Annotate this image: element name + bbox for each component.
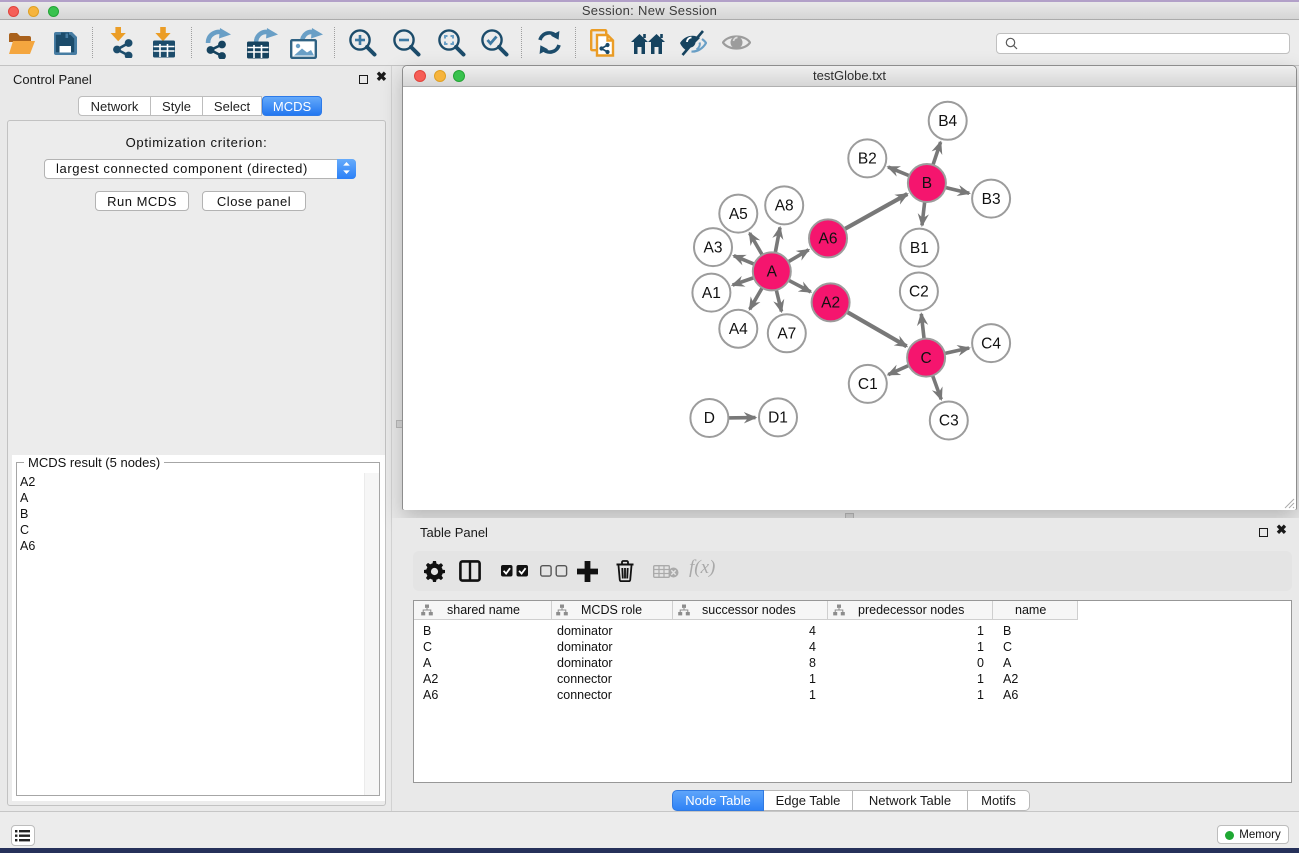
svg-text:A3: A3 xyxy=(704,239,723,256)
svg-text:B4: B4 xyxy=(938,113,957,130)
svg-text:D: D xyxy=(704,410,715,427)
svg-text:C4: C4 xyxy=(981,335,1001,352)
svg-text:D1: D1 xyxy=(768,410,788,427)
svg-text:C3: C3 xyxy=(939,413,959,430)
svg-text:A5: A5 xyxy=(729,206,748,223)
svg-text:B1: B1 xyxy=(910,240,929,257)
svg-text:C1: C1 xyxy=(858,376,878,393)
svg-text:A4: A4 xyxy=(729,321,748,338)
svg-text:A1: A1 xyxy=(702,285,721,302)
svg-text:C: C xyxy=(920,350,931,367)
svg-text:A7: A7 xyxy=(777,326,796,343)
svg-text:B: B xyxy=(922,175,932,192)
svg-text:A2: A2 xyxy=(821,295,840,312)
svg-text:B2: B2 xyxy=(858,151,877,168)
svg-text:C2: C2 xyxy=(909,284,929,301)
svg-text:A6: A6 xyxy=(819,231,838,248)
svg-text:B3: B3 xyxy=(982,191,1001,208)
svg-text:A: A xyxy=(767,264,778,281)
svg-text:A8: A8 xyxy=(775,198,794,215)
